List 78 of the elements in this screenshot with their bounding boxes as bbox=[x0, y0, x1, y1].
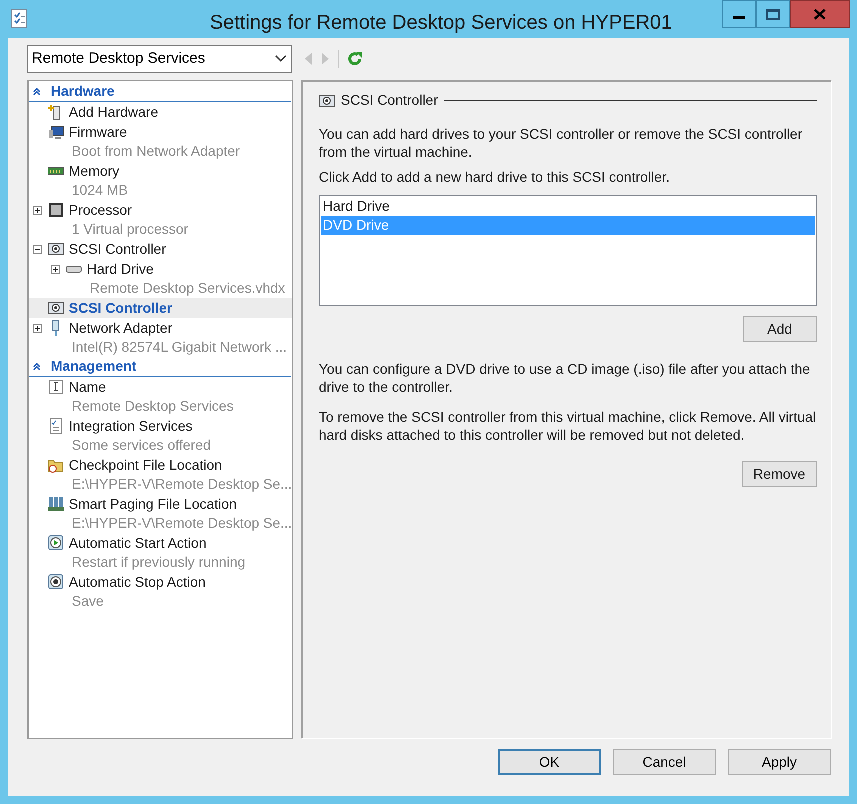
expand-icon[interactable] bbox=[33, 324, 42, 332]
tree-item[interactable]: Hard Drive bbox=[29, 259, 292, 279]
item-name: Automatic Start Action bbox=[69, 534, 207, 552]
tree-item[interactable]: Automatic Start Action bbox=[29, 533, 292, 553]
chevron-down-icon bbox=[275, 55, 287, 63]
play-icon bbox=[48, 535, 64, 551]
tree-item[interactable]: Automatic Stop Action bbox=[29, 572, 292, 592]
text-cursor-icon bbox=[48, 379, 64, 395]
collapse-icon[interactable] bbox=[33, 244, 42, 254]
stop-icon bbox=[48, 574, 64, 590]
item-name: SCSI Controller bbox=[69, 240, 166, 258]
instruction-text: Click Add to add a new hard drive to this SCSI controller. bbox=[319, 168, 671, 186]
item-name: Checkpoint File Location bbox=[69, 456, 222, 475]
section-title: Management bbox=[51, 357, 137, 376]
paging-icon bbox=[48, 496, 64, 512]
chip-icon bbox=[48, 202, 64, 218]
window-title: Settings for Remote Desktop Services on HYPER01 bbox=[210, 11, 672, 36]
checklist-icon bbox=[48, 418, 64, 434]
group-title: SCSI Controller bbox=[341, 91, 438, 110]
tree-item[interactable]: Checkpoint File Location bbox=[29, 455, 292, 475]
item-detail: E:\HYPER-V\Remote Desktop Se... bbox=[72, 476, 292, 492]
item-name: Smart Paging File Location bbox=[69, 494, 238, 514]
tree-item[interactable]: Network Adapter bbox=[29, 318, 292, 338]
close-icon bbox=[814, 8, 826, 20]
tree-item[interactable]: Name bbox=[29, 377, 292, 397]
remove-button[interactable]: Remove bbox=[742, 461, 817, 487]
item-detail: Restart if previously running bbox=[72, 554, 246, 570]
dvd-note: You can configure a DVD drive to use a CD image (.iso) file after you attach the drive to the controller. bbox=[319, 360, 812, 396]
vm-dropdown[interactable]: Remote Desktop Services bbox=[27, 45, 292, 73]
item-name: SCSI Controller bbox=[69, 298, 172, 318]
collapse-section-icon[interactable] bbox=[33, 362, 41, 370]
controller-icon bbox=[48, 300, 64, 316]
collapse-section-icon[interactable] bbox=[33, 88, 41, 96]
tree-item[interactable]: Add Hardware bbox=[29, 102, 292, 122]
item-detail: Intel(R) 82574L Gigabit Network ... bbox=[72, 339, 288, 355]
tree-item[interactable]: SCSI Controller bbox=[29, 298, 292, 318]
intro-text: You can add hard drives to your SCSI controller or remove the SCSI controller from the virtual machine. bbox=[319, 125, 804, 161]
close-button[interactable] bbox=[790, 0, 850, 28]
refresh-icon[interactable] bbox=[347, 51, 363, 67]
item-detail: 1024 MB bbox=[72, 182, 128, 198]
item-name: Network Adapter bbox=[69, 318, 172, 338]
dialog-button[interactable]: OK bbox=[498, 749, 601, 775]
section-title: Hardware bbox=[51, 82, 115, 101]
item-detail: Boot from Network Adapter bbox=[72, 143, 240, 159]
maximize-icon bbox=[766, 8, 780, 20]
tree-item[interactable]: SCSI Controller bbox=[29, 239, 292, 259]
remove-note: To remove the SCSI controller from this virtual machine, click Remove. All virtual hard disks attached to this controller will be removed but not deleted. bbox=[319, 408, 817, 444]
minimize-button[interactable] bbox=[722, 0, 756, 28]
expand-icon[interactable] bbox=[33, 206, 42, 214]
item-detail: Remote Desktop Services.vhdx bbox=[90, 280, 286, 296]
item-name: Processor bbox=[69, 200, 132, 220]
monitor-icon bbox=[48, 124, 64, 140]
tree-item[interactable]: Smart Paging File Location bbox=[29, 494, 292, 514]
item-name: Name bbox=[69, 378, 106, 396]
expand-icon[interactable] bbox=[51, 264, 60, 274]
item-detail: E:\HYPER-V\Remote Desktop Se... bbox=[72, 515, 292, 531]
item-detail: Remote Desktop Services bbox=[72, 398, 234, 414]
dialog-button[interactable]: Cancel bbox=[613, 749, 716, 775]
item-name: Firmware bbox=[69, 122, 128, 142]
controller-icon bbox=[319, 94, 335, 106]
dropdown-value: Remote Desktop Services bbox=[32, 48, 206, 69]
item-name: Integration Services bbox=[69, 416, 193, 436]
item-name: Memory bbox=[69, 162, 120, 181]
dialog-button[interactable]: Apply bbox=[728, 749, 831, 775]
tree-item[interactable]: Integration Services bbox=[29, 416, 292, 436]
add-button[interactable]: Add bbox=[743, 316, 817, 342]
list-item[interactable]: Hard Drive bbox=[321, 197, 815, 216]
item-name: Add Hardware bbox=[69, 102, 158, 122]
item-detail: 1 Virtual processor bbox=[72, 221, 188, 237]
item-name: Automatic Stop Action bbox=[69, 572, 206, 592]
controller-icon bbox=[48, 241, 64, 257]
item-name: Hard Drive bbox=[87, 260, 154, 278]
item-detail: Some services offered bbox=[72, 437, 212, 453]
item-detail: Save bbox=[72, 593, 104, 609]
tree-item[interactable]: Firmware bbox=[29, 122, 292, 142]
tree-item[interactable]: Processor bbox=[29, 200, 292, 220]
tree-item[interactable]: Memory bbox=[29, 161, 292, 181]
minimize-icon bbox=[733, 16, 745, 19]
